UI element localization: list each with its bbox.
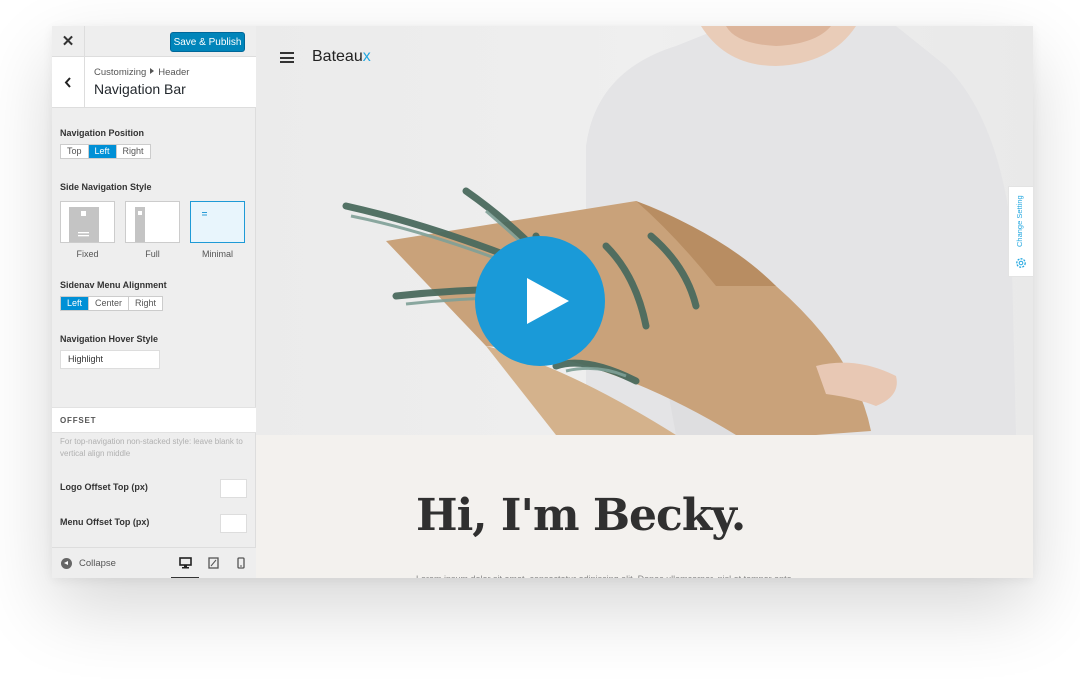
- breadcrumb-parent: Header: [158, 67, 190, 78]
- style-caption-full: Full: [145, 249, 160, 259]
- menu-offset-input[interactable]: [220, 514, 247, 533]
- change-setting-label: Change Setting: [1015, 195, 1024, 247]
- mobile-icon: [237, 557, 245, 569]
- sidenav-alignment-control: Left Center Right: [60, 296, 164, 311]
- nav-position-label: Navigation Position: [60, 128, 145, 138]
- page-headline: Hi, I'm Becky.: [416, 490, 746, 541]
- offset-description: For top-navigation non-stacked style: le…: [60, 437, 243, 458]
- hover-style-select[interactable]: Highlight: [60, 350, 160, 369]
- breadcrumb-root: Customizing: [94, 67, 147, 78]
- desktop-icon: [178, 557, 192, 569]
- site-logo[interactable]: Bateaux: [312, 48, 371, 66]
- style-caption-fixed: Fixed: [76, 249, 99, 259]
- close-button[interactable]: ✕: [52, 26, 85, 56]
- nav-position-control: Top Left Right: [60, 144, 151, 159]
- collapse-label: Collapse: [79, 558, 116, 569]
- close-icon: ✕: [61, 33, 75, 50]
- mobile-preview-button[interactable]: [233, 556, 249, 570]
- tablet-preview-button[interactable]: [205, 556, 221, 570]
- hero-photo: [342, 26, 1016, 435]
- logo-offset-input[interactable]: [220, 479, 247, 498]
- play-video-button[interactable]: [475, 236, 605, 366]
- back-button[interactable]: [52, 57, 85, 107]
- sidenav-alignment-label: Sidenav Menu Alignment: [60, 280, 167, 290]
- nav-position-right[interactable]: Right: [117, 145, 150, 158]
- intro-text: Lorem ipsum dolor sit amet, consectetur …: [416, 572, 876, 578]
- style-card-full[interactable]: [125, 201, 180, 243]
- logo-offset-label: Logo Offset Top (px): [60, 482, 148, 492]
- tablet-icon: [207, 557, 219, 569]
- hero-video: Bateaux Change Setting: [256, 26, 1033, 435]
- brand-name: Bateau: [312, 48, 363, 65]
- desktop-preview-button[interactable]: [171, 556, 199, 578]
- menu-offset-label: Menu Offset Top (px): [60, 517, 150, 527]
- chevron-left-icon: [64, 76, 71, 88]
- save-publish-button[interactable]: Save & Publish: [170, 32, 245, 52]
- site-preview: Bateaux Change Setting Hi, I'm Becky. Lo…: [256, 26, 1033, 578]
- offset-section-heading: OFFSET: [52, 407, 256, 433]
- collapse-icon: [61, 558, 72, 569]
- customizer-toolbar: ✕ Save & Publish: [52, 26, 256, 57]
- style-caption-minimal: Minimal: [201, 249, 233, 259]
- alignment-right[interactable]: Right: [129, 297, 162, 310]
- section-title: Navigation Bar: [94, 81, 186, 97]
- nav-position-left[interactable]: Left: [88, 145, 117, 158]
- minimal-layout-icon: [202, 212, 207, 216]
- alignment-left[interactable]: Left: [61, 297, 90, 310]
- style-card-minimal[interactable]: [190, 201, 245, 243]
- gear-icon: [1016, 258, 1026, 268]
- fixed-layout-icon: [69, 207, 99, 243]
- hamburger-menu-icon[interactable]: [280, 52, 294, 63]
- full-layout-icon: [135, 207, 145, 243]
- collapse-button[interactable]: Collapse: [61, 558, 116, 569]
- side-nav-style-label: Side Navigation Style: [60, 182, 152, 192]
- style-card-fixed[interactable]: [60, 201, 115, 243]
- breadcrumb: Customizing Header: [94, 67, 189, 78]
- customizer-footer: Collapse: [52, 547, 256, 578]
- customizer-sidebar: ✕ Save & Publish Customizing Header Navig…: [52, 26, 256, 578]
- nav-position-top[interactable]: Top: [61, 145, 89, 158]
- section-header: Customizing Header Navigation Bar: [52, 57, 256, 108]
- caret-right-icon: [150, 68, 155, 74]
- hover-style-label: Navigation Hover Style: [60, 334, 159, 344]
- brand-accent: x: [362, 48, 371, 65]
- alignment-center[interactable]: Center: [89, 297, 130, 310]
- change-setting-tab[interactable]: Change Setting: [1008, 186, 1033, 277]
- customizer-window: ✕ Save & Publish Customizing Header Navig…: [52, 26, 1033, 578]
